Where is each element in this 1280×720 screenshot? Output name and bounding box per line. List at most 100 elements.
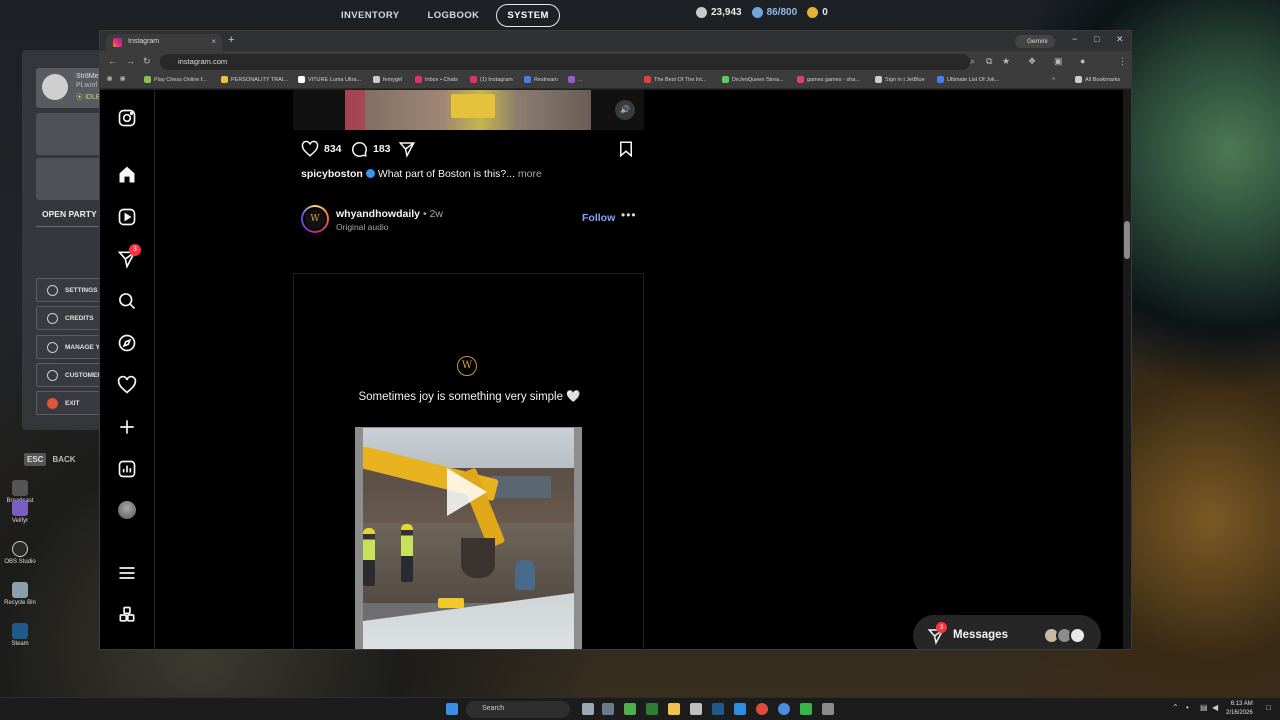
share-button[interactable] [398, 140, 416, 158]
store-icon[interactable] [690, 703, 702, 715]
bookmark-item[interactable]: femygirl [373, 76, 402, 83]
xbox-icon[interactable] [646, 703, 658, 715]
volume-icon[interactable]: ◀ [1212, 703, 1218, 712]
open-party-button[interactable]: OPEN PARTY [36, 203, 102, 227]
tray-chevron-icon[interactable]: ⌃ [1172, 703, 1179, 712]
home-icon[interactable] [117, 165, 137, 185]
instagram-logo-icon[interactable] [117, 108, 137, 128]
tab-groups-icon[interactable]: ▦ [120, 76, 125, 82]
bookmark-item[interactable]: Restream [524, 76, 558, 83]
customer-menu-item[interactable]: CUSTOMER [36, 363, 102, 387]
desktop-icon-steam[interactable]: Steam [2, 623, 38, 647]
close-window-icon[interactable]: ✕ [1116, 34, 1124, 45]
meta-apps-icon[interactable] [117, 605, 137, 625]
credits-menu-item[interactable]: CREDITS [36, 306, 102, 330]
bookmark-item[interactable]: (1) Instagram [470, 76, 513, 83]
bookmark-item[interactable]: PERSONALITY TRAI... [221, 76, 288, 83]
bookmark-item[interactable]: DeJenQueen Strea... [722, 76, 784, 83]
search-icon[interactable] [117, 291, 137, 311]
reels-icon[interactable] [117, 207, 137, 227]
chrome-active-icon[interactable] [778, 703, 790, 715]
bookmark-item[interactable]: The Best Of The Int... [644, 76, 706, 83]
taskbar-search[interactable]: Search [466, 701, 570, 718]
start-icon[interactable] [446, 703, 458, 715]
post-username[interactable]: whyandhowdaily [336, 208, 420, 220]
hamburger-menu-icon[interactable] [117, 563, 137, 583]
exit-menu-item[interactable]: EXIT [36, 391, 102, 415]
profile-avatar[interactable] [118, 501, 136, 519]
game-tab-logbook[interactable]: LOGBOOK [417, 4, 491, 27]
chrome-icon[interactable] [756, 703, 768, 715]
extensions-icon[interactable]: ❖ [1028, 56, 1036, 67]
steam-icon[interactable] [712, 703, 724, 715]
menu-kebab-icon[interactable]: ⋮ [1118, 56, 1127, 67]
explore-icon[interactable] [117, 333, 137, 353]
messages-button[interactable]: 3 Messages [913, 615, 1101, 649]
notifications-icon[interactable]: □ [1266, 703, 1271, 712]
bookmark-item[interactable]: Inbox • Chats [415, 76, 458, 83]
desktop-icon-veilfyr[interactable]: Veilfyr [2, 500, 38, 524]
file-explorer-icon[interactable] [668, 703, 680, 715]
previous-post-media[interactable]: 🔊 [293, 90, 644, 130]
profile-icon[interactable]: ● [1080, 56, 1085, 66]
install-icon[interactable]: ⧉ [986, 56, 992, 67]
plus-icon[interactable] [117, 417, 137, 437]
apps-icon[interactable]: ▦ [107, 76, 112, 82]
edge-icon[interactable] [734, 703, 746, 715]
game-tab-inventory[interactable]: INVENTORY [330, 4, 411, 27]
microphone-icon[interactable]: • [1186, 703, 1189, 712]
maximize-icon[interactable]: □ [1094, 34, 1099, 44]
more-bookmarks-icon[interactable]: » [1052, 76, 1055, 82]
all-bookmarks[interactable]: All Bookmarks [1075, 76, 1120, 83]
dashboard-icon[interactable] [117, 459, 137, 479]
network-icon[interactable]: ▤ [1200, 703, 1208, 712]
system-clock[interactable]: 6:13 AM 2/16/2026 [1226, 700, 1253, 718]
more-options-icon[interactable]: ••• [621, 208, 637, 222]
forward-arrow-icon[interactable]: → [126, 56, 135, 66]
game-tab-system[interactable]: SYSTEM [496, 4, 560, 27]
desktop-icon-recycle-bin[interactable]: Recycle Bin [2, 582, 38, 606]
video-frame[interactable] [355, 427, 582, 649]
tab-instagram[interactable]: Instagram × [106, 34, 222, 51]
manage-menu-item[interactable]: MANAGE Y [36, 335, 102, 359]
follow-button[interactable]: Follow [582, 212, 615, 224]
bookmark-item[interactable]: Play Chess Online f... [144, 76, 207, 83]
back-arrow-icon[interactable]: ← [108, 56, 117, 66]
sidebar-icon[interactable]: ▣ [1054, 56, 1063, 67]
address-bar[interactable]: instagram.com [160, 54, 970, 70]
heart-icon[interactable] [117, 375, 137, 395]
bookmark-item[interactable]: Ultimate List Of Jok... [937, 76, 999, 83]
bookmark-item[interactable]: Sign in | JetBlue [875, 76, 925, 83]
comment-button[interactable]: 183 [350, 140, 391, 158]
scrollbar-thumb[interactable] [1124, 221, 1130, 259]
save-button[interactable] [617, 140, 635, 158]
scrollbar[interactable] [1123, 90, 1131, 649]
game-slot[interactable] [36, 113, 102, 155]
settings-icon[interactable] [602, 703, 614, 715]
close-tab-icon[interactable]: × [211, 37, 216, 46]
settings-menu-item[interactable]: SETTINGS [36, 278, 102, 302]
like-button[interactable]: 834 [301, 140, 342, 158]
new-tab-button[interactable]: + [228, 34, 234, 46]
back-button[interactable]: ESC BACK [24, 453, 76, 466]
desktop-icon-obs[interactable]: OBS Studio [2, 541, 38, 565]
bookmark-item[interactable]: games games - sha... [797, 76, 860, 83]
task-view-icon[interactable] [582, 703, 594, 715]
xbox-app-icon[interactable] [800, 703, 812, 715]
original-audio-link[interactable]: Original audio [336, 222, 388, 232]
caption-username[interactable]: spicyboston [301, 168, 363, 180]
more-link[interactable]: more [518, 168, 542, 180]
audio-icon[interactable]: 🔊 [615, 100, 635, 120]
gemini-button[interactable]: Gemini [1015, 35, 1055, 48]
bookmark-star-icon[interactable]: ★ [1002, 56, 1010, 67]
game-slot[interactable] [36, 158, 102, 200]
post-author-avatar[interactable]: W [301, 205, 329, 233]
minimize-icon[interactable]: − [1072, 34, 1077, 44]
game-profile-card[interactable]: Str8Me PLworl ⦿ IDLE [36, 68, 102, 108]
app-icon[interactable] [822, 703, 834, 715]
reload-icon[interactable]: ↻ [143, 56, 151, 67]
play-icon[interactable] [447, 468, 487, 516]
media-player-icon[interactable] [624, 703, 636, 715]
bookmark-item[interactable]: VITURE Luma Ultra... [298, 76, 361, 83]
reel-video[interactable]: W Sometimes joy is something very simple… [293, 273, 644, 649]
